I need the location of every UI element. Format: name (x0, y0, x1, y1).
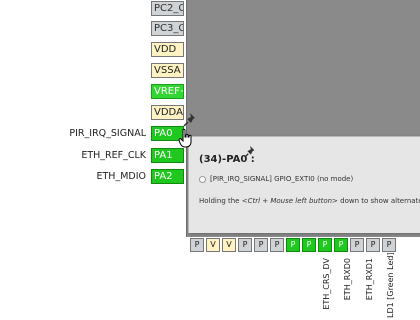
pin-pa2[interactable]: PA2 (151, 169, 184, 184)
signal-label-eth-ref-clk: ETH_REF_CLK (81, 150, 146, 161)
hand-cursor-icon (178, 128, 192, 148)
tooltip-hint: Holding the <Ctrl + Mouse left button> d… (199, 197, 420, 205)
vertical-signal-label: LD1 [Green Led] (386, 252, 395, 318)
pin-pc2-c[interactable]: PC2_C (151, 1, 184, 16)
bottom-pin[interactable]: P (350, 238, 364, 252)
bottom-pin[interactable]: P (302, 238, 316, 252)
tooltip-hint-keys: <Ctrl + Mouse left button> (241, 197, 338, 205)
pin-tooltip: (34)-PA0 : [PIR_IRQ_SIGNAL] GPIO_EXTI0 (… (188, 136, 420, 233)
pin-pc3-c[interactable]: PC3_C (151, 21, 184, 36)
bottom-pin[interactable]: P (254, 238, 268, 252)
bottom-pin-row: P V V P P P P P P P P P P (190, 238, 398, 252)
tooltip-mode-line: [PIR_IRQ_SIGNAL] GPIO_EXTI0 (no mode) (199, 175, 353, 183)
bottom-pin[interactable]: P (382, 238, 396, 252)
pin-vref-plus[interactable]: VREF+ (151, 84, 184, 99)
pushpin-icon (183, 113, 195, 127)
pin-pa1[interactable]: PA1 (151, 148, 184, 163)
tooltip-mode-text: [PIR_IRQ_SIGNAL] GPIO_EXTI0 (no mode) (210, 175, 354, 183)
pushpin-icon (244, 145, 255, 158)
signal-label-pir-irq: PIR_IRQ_SIGNAL (69, 128, 146, 139)
bottom-pin[interactable]: V (222, 238, 236, 252)
bottom-pin[interactable]: P (238, 238, 252, 252)
vertical-signal-label: ETH_RXD0 (343, 258, 352, 301)
signal-label-eth-mdio: ETH_MDIO (96, 171, 147, 182)
bottom-pin[interactable]: P (270, 238, 284, 252)
bottom-pin[interactable]: P (190, 238, 204, 252)
bottom-pin[interactable]: V (206, 238, 220, 252)
vertical-signal-label: ETH_CRS_DV (322, 258, 331, 310)
bullet-icon (199, 175, 206, 183)
tooltip-hint-suffix: down to show alternate p (340, 197, 420, 205)
bottom-pin[interactable]: P (318, 238, 332, 252)
pin-vssa[interactable]: VSSA (151, 63, 184, 78)
bottom-pin[interactable]: P (334, 238, 348, 252)
bottom-pin[interactable]: P (366, 238, 380, 252)
vertical-signal-label: ETH_RXD1 (365, 258, 374, 301)
bottom-pin[interactable]: P (286, 238, 300, 252)
pin-vdda[interactable]: VDDA (151, 105, 184, 120)
pin-vdd[interactable]: VDD (151, 42, 184, 57)
tooltip-hint-prefix: Holding the (199, 197, 242, 205)
